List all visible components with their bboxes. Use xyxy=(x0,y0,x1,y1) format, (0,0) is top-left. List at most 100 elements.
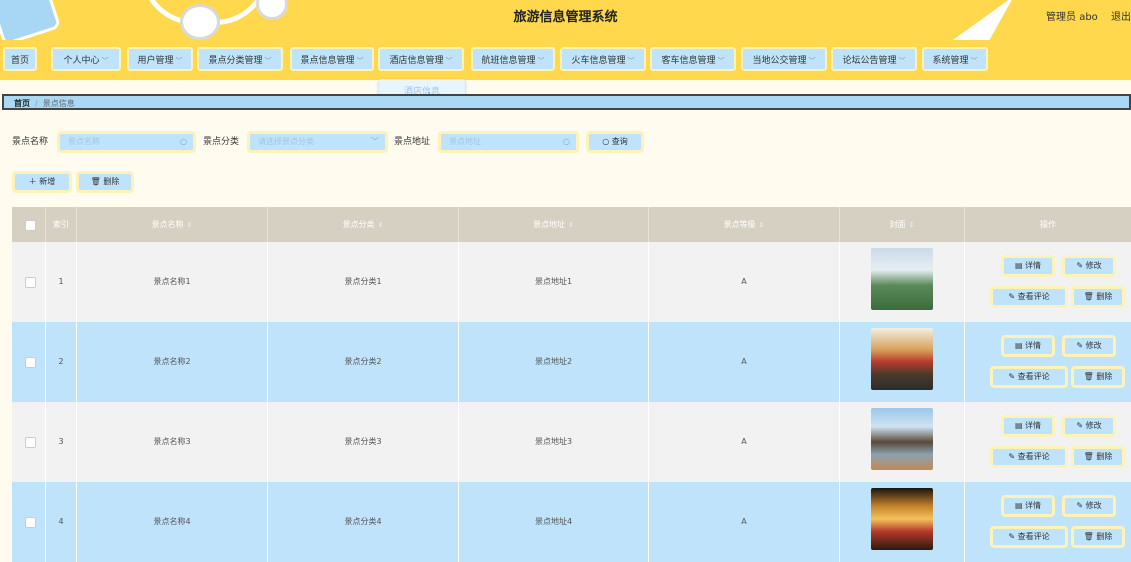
row-delete-button[interactable]: 🗑 删除 xyxy=(1071,366,1125,388)
row-delete-button[interactable]: 🗑 删除 xyxy=(1071,526,1125,548)
nav-item-users[interactable]: 用户管理 ﹀ xyxy=(127,47,193,71)
spot-name-placeholder: 景点名称 xyxy=(68,137,100,146)
main-nav: 首页 个人中心 ﹀ 用户管理 ﹀ 景点分类管理 ﹀ 景点信息管理 ﹀ 酒店信息管理 ﹀ 航… xyxy=(0,40,1131,80)
col-actions-label: 操作 xyxy=(1040,220,1056,229)
row-delete-label: 删除 xyxy=(1096,292,1113,301)
row-spot-level: A xyxy=(649,402,840,482)
logout-link[interactable]: 退出 xyxy=(1111,12,1131,23)
edit-button-label: 修改 xyxy=(1085,501,1102,510)
nav-item-system[interactable]: 系统管理 ﹀ xyxy=(922,47,988,71)
col-level[interactable]: 景点等级 ⇕ xyxy=(649,207,840,242)
nav-item-label: 论坛公告管理 xyxy=(842,56,897,66)
nav-item-label: 景点分类管理 xyxy=(208,56,263,66)
spot-name-input[interactable]: 景点名称 ○ xyxy=(57,131,196,153)
spot-address-input[interactable]: 景点地址 ○ xyxy=(438,131,579,153)
nav-item-spot-category[interactable]: 景点分类管理 ﹀ xyxy=(197,47,283,71)
col-address[interactable]: 景点地址 ⇕ xyxy=(459,207,649,242)
row-spot-address: 景点地址3 xyxy=(459,402,649,482)
add-button[interactable]: ＋ 新增 xyxy=(12,171,72,193)
table-row: 1 景点名称1 景点分类1 景点地址1 A ▤ 详情 ✎ 修改 ✎ 查看评论 🗑… xyxy=(12,242,1131,322)
edit-button-label: 修改 xyxy=(1085,341,1102,350)
nav-item-spot-info[interactable]: 景点信息管理 ﹀ xyxy=(290,47,374,71)
row-checkbox[interactable] xyxy=(25,517,36,528)
select-all-checkbox[interactable] xyxy=(25,220,36,231)
detail-button[interactable]: ▤ 详情 xyxy=(1001,335,1055,357)
detail-button[interactable]: ▤ 详情 xyxy=(1001,495,1055,517)
view-comments-label: 查看评论 xyxy=(1017,452,1050,461)
col-cover[interactable]: 封面 ⇕ xyxy=(840,207,965,242)
view-comments-button[interactable]: ✎ 查看评论 xyxy=(990,366,1068,388)
view-comments-button[interactable]: ✎ 查看评论 xyxy=(990,446,1068,468)
edit-button[interactable]: ✎ 修改 xyxy=(1062,415,1116,437)
row-index: 1 xyxy=(46,242,77,322)
row-actions-cell: ▤ 详情 ✎ 修改 ✎ 查看评论 🗑 删除 xyxy=(965,242,1131,322)
col-actions: 操作 xyxy=(965,207,1131,242)
row-checkbox[interactable] xyxy=(25,357,36,368)
row-spot-name: 景点名称3 xyxy=(77,402,268,482)
view-comments-label: 查看评论 xyxy=(1017,532,1050,541)
row-spot-category: 景点分类3 xyxy=(268,402,459,482)
header-bar: 旅游信息管理系统 管理员 abo 退出 xyxy=(0,0,1131,40)
detail-button-label: 详情 xyxy=(1025,501,1042,510)
detail-button-label: 详情 xyxy=(1025,421,1042,430)
sort-icon: ⇕ xyxy=(377,221,384,229)
sort-icon: ⇕ xyxy=(908,221,915,229)
row-checkbox[interactable] xyxy=(25,277,36,288)
spot-category-select[interactable]: 请选择景点分类 ﹀ xyxy=(247,131,388,153)
edit-button[interactable]: ✎ 修改 xyxy=(1062,255,1116,277)
row-delete-label: 删除 xyxy=(1096,452,1113,461)
edit-button[interactable]: ✎ 修改 xyxy=(1062,495,1116,517)
edit-button-label: 修改 xyxy=(1085,421,1102,430)
edit-icon: ✎ xyxy=(1076,501,1084,510)
row-checkbox[interactable] xyxy=(25,437,36,448)
nav-item-label: 酒店信息管理 xyxy=(389,56,444,66)
nav-item-forum[interactable]: 论坛公告管理 ﹀ xyxy=(831,47,917,71)
trash-icon: 🗑 xyxy=(1083,452,1094,461)
user-name: 管理员 abo xyxy=(1046,12,1098,23)
spot-name-label: 景点名称 xyxy=(12,137,49,147)
header-select-cell xyxy=(12,207,46,242)
nav-item-profile[interactable]: 个人中心 ﹀ xyxy=(51,47,121,71)
sort-icon: ⇕ xyxy=(758,221,765,229)
col-name[interactable]: 景点名称 ⇕ xyxy=(77,207,268,242)
nav-item-train[interactable]: 火车信息管理 ﹀ xyxy=(560,47,646,71)
chevron-down-icon: ﹀ xyxy=(175,57,183,65)
row-delete-button[interactable]: 🗑 删除 xyxy=(1071,446,1125,468)
chevron-down-icon: ﹀ xyxy=(356,57,364,65)
edit-icon: ✎ xyxy=(1076,261,1084,270)
detail-button[interactable]: ▤ 详情 xyxy=(1001,415,1055,437)
breadcrumb-current: 景点信息 xyxy=(42,99,75,108)
nav-item-hotel[interactable]: 酒店信息管理 ﹀ xyxy=(378,47,464,71)
user-info: 管理员 abo 退出 xyxy=(1036,0,1131,36)
nav-item-home[interactable]: 首页 xyxy=(3,47,37,71)
view-comments-label: 查看评论 xyxy=(1017,292,1050,301)
batch-delete-button[interactable]: 🗑 删除 xyxy=(76,171,134,193)
spot-category-placeholder: 请选择景点分类 xyxy=(258,137,314,146)
row-spot-name: 景点名称2 xyxy=(77,322,268,402)
row-spot-address: 景点地址4 xyxy=(459,482,649,562)
row-spot-address: 景点地址2 xyxy=(459,322,649,402)
nav-item-label: 当地公交管理 xyxy=(752,56,807,66)
row-delete-button[interactable]: 🗑 删除 xyxy=(1071,286,1125,308)
col-index-label: 索引 xyxy=(53,220,69,229)
detail-button-label: 详情 xyxy=(1025,341,1042,350)
nav-item-bus[interactable]: 客车信息管理 ﹀ xyxy=(650,47,736,71)
view-comments-button[interactable]: ✎ 查看评论 xyxy=(990,526,1068,548)
row-index: 2 xyxy=(46,322,77,402)
chevron-down-icon: ﹀ xyxy=(627,57,635,65)
view-comments-button[interactable]: ✎ 查看评论 xyxy=(990,286,1068,308)
chevron-down-icon: ﹀ xyxy=(445,57,453,65)
app-title: 旅游信息管理系统 xyxy=(513,10,618,25)
breadcrumb-home[interactable]: 首页 xyxy=(14,99,30,108)
row-select-cell xyxy=(12,322,46,402)
edit-button[interactable]: ✎ 修改 xyxy=(1062,335,1116,357)
col-cover-label: 封面 xyxy=(889,220,906,229)
chevron-down-icon: ﹀ xyxy=(970,57,978,65)
query-button[interactable]: ○ 查询 xyxy=(586,131,644,153)
nav-item-label: 用户管理 xyxy=(137,56,174,66)
detail-button[interactable]: ▤ 详情 xyxy=(1001,255,1055,277)
nav-item-local-transit[interactable]: 当地公交管理 ﹀ xyxy=(741,47,827,71)
breadcrumb: 首页 / 景点信息 xyxy=(2,94,1131,110)
col-category[interactable]: 景点分类 ⇕ xyxy=(268,207,459,242)
nav-item-flight[interactable]: 航班信息管理 ﹀ xyxy=(471,47,555,71)
